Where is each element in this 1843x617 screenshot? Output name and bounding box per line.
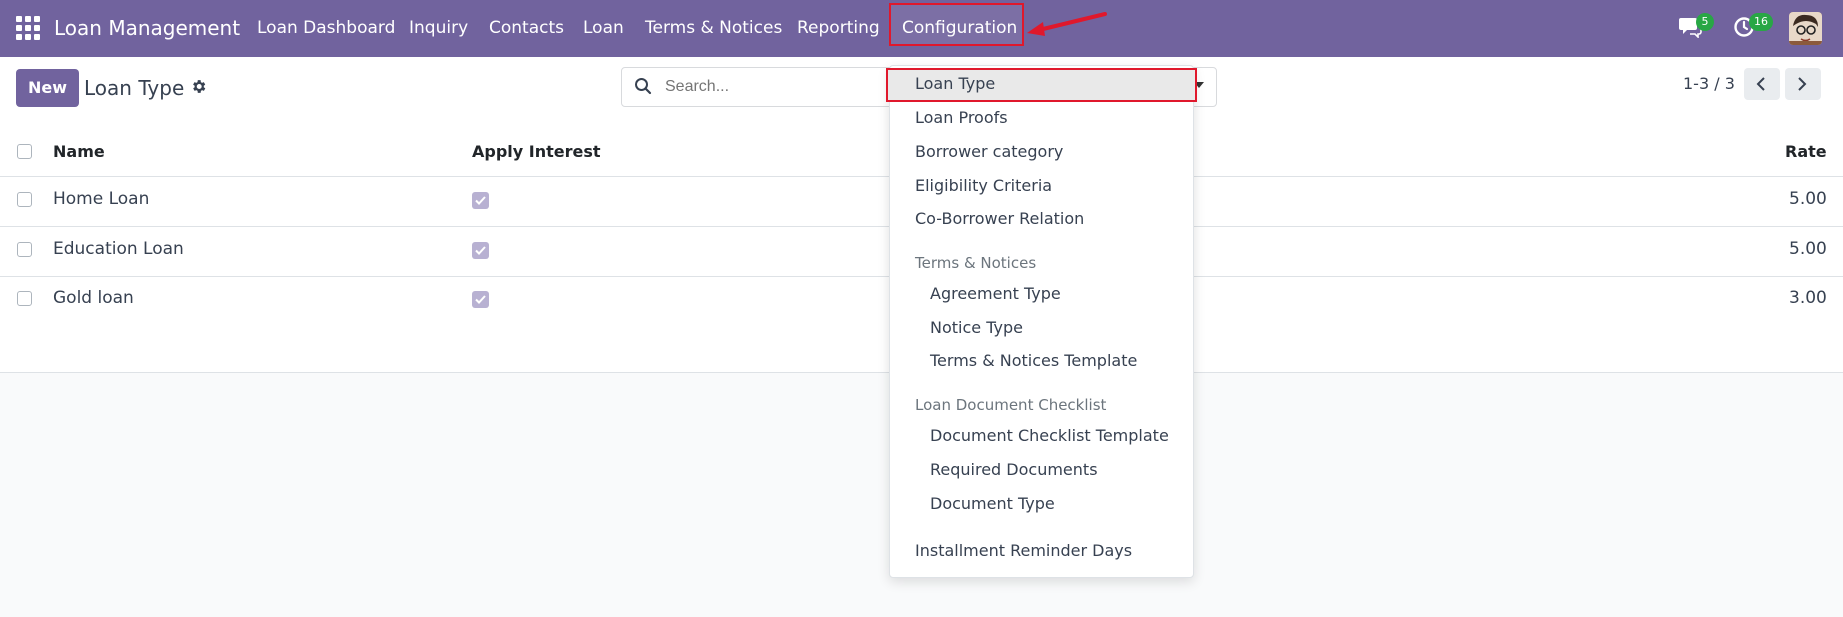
annotation-arrow-icon xyxy=(1027,12,1107,36)
row-name[interactable]: Gold loan xyxy=(53,288,134,308)
row-rate: 5.00 xyxy=(1789,239,1827,259)
row-name[interactable]: Home Loan xyxy=(53,189,149,209)
top-navbar: Loan Management Loan Dashboard Inquiry C… xyxy=(0,0,1843,57)
row-checkbox[interactable] xyxy=(17,192,32,207)
apply-interest-checkbox xyxy=(472,192,489,209)
menu-item-borrower-category[interactable]: Borrower category xyxy=(915,142,1063,161)
checkmark-icon xyxy=(475,246,486,255)
user-avatar[interactable] xyxy=(1789,12,1822,45)
activities-count-badge: 16 xyxy=(1749,13,1773,31)
search-icon xyxy=(635,78,652,95)
nav-loan[interactable]: Loan xyxy=(583,18,624,38)
page-title: Loan Type xyxy=(84,76,185,100)
messages-count-badge: 5 xyxy=(1696,13,1714,31)
pager-next-button[interactable] xyxy=(1785,68,1821,100)
apply-interest-checkbox xyxy=(472,291,489,308)
nav-contacts[interactable]: Contacts xyxy=(489,18,564,38)
app-brand[interactable]: Loan Management xyxy=(54,16,240,40)
search-input[interactable] xyxy=(663,77,867,97)
column-header-name[interactable]: Name xyxy=(53,142,105,161)
apply-interest-checkbox xyxy=(472,242,489,259)
nav-loan-dashboard[interactable]: Loan Dashboard xyxy=(257,18,395,38)
menu-item-agreement-type[interactable]: Agreement Type xyxy=(930,284,1061,303)
nav-configuration[interactable]: Configuration xyxy=(902,18,1017,38)
chevron-right-icon xyxy=(1798,77,1807,91)
chevron-left-icon xyxy=(1756,77,1765,91)
menu-item-co-borrower-relation[interactable]: Co-Borrower Relation xyxy=(915,209,1084,228)
menu-section-terms-notices: Terms & Notices xyxy=(915,254,1037,272)
column-header-rate[interactable]: Rate xyxy=(1785,142,1827,161)
menu-item-eligibility-criteria[interactable]: Eligibility Criteria xyxy=(915,176,1052,195)
menu-item-installment-reminder-days[interactable]: Installment Reminder Days xyxy=(915,541,1132,560)
menu-item-loan-proofs[interactable]: Loan Proofs xyxy=(915,108,1008,127)
menu-item-terms-notices-template[interactable]: Terms & Notices Template xyxy=(930,351,1137,370)
menu-item-loan-type[interactable]: Loan Type xyxy=(915,74,995,93)
nav-reporting[interactable]: Reporting xyxy=(797,18,880,38)
select-all-checkbox[interactable] xyxy=(17,144,32,159)
row-name[interactable]: Education Loan xyxy=(53,239,184,259)
pager-value[interactable]: 1-3 / 3 xyxy=(1683,74,1735,93)
menu-item-document-type[interactable]: Document Type xyxy=(930,494,1055,513)
checkmark-icon xyxy=(475,295,486,304)
menu-item-required-documents[interactable]: Required Documents xyxy=(930,460,1098,479)
nav-terms-notices[interactable]: Terms & Notices xyxy=(645,18,782,38)
app-menu-icon[interactable] xyxy=(16,16,40,40)
nav-inquiry[interactable]: Inquiry xyxy=(409,18,468,38)
row-rate: 5.00 xyxy=(1789,189,1827,209)
row-checkbox[interactable] xyxy=(17,291,32,306)
gear-icon[interactable] xyxy=(190,78,207,95)
row-checkbox[interactable] xyxy=(17,242,32,257)
menu-item-notice-type[interactable]: Notice Type xyxy=(930,318,1023,337)
menu-item-document-checklist-template[interactable]: Document Checklist Template xyxy=(930,426,1169,445)
menu-section-loan-document-checklist: Loan Document Checklist xyxy=(915,396,1107,414)
column-header-apply-interest[interactable]: Apply Interest xyxy=(472,142,601,161)
checkmark-icon xyxy=(475,196,486,205)
row-rate: 3.00 xyxy=(1789,288,1827,308)
pager-previous-button[interactable] xyxy=(1744,68,1780,100)
new-button[interactable]: New xyxy=(16,69,79,107)
